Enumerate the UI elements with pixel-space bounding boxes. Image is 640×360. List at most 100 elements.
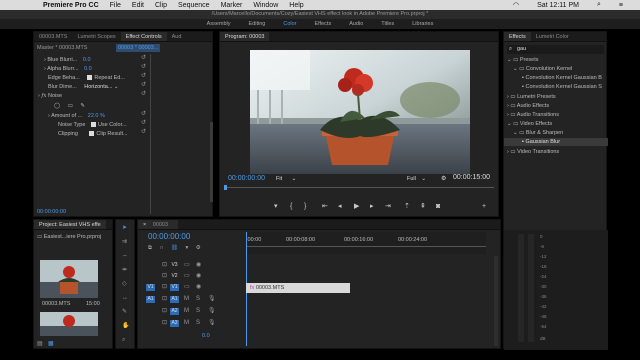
tree-item-audio-effects[interactable]: › ▭ Audio Effects [507,102,549,110]
tree-item-blur-sharpen[interactable]: ⌄ ▭ Blur & Sharpen [513,129,563,137]
tab-effect-controls[interactable]: Effect Controls [120,32,167,41]
tree-item-presets[interactable]: ⌄ ▭ Presets [507,56,539,64]
menu-file[interactable]: File [110,2,121,9]
tab-source[interactable]: 00003.MTS [34,32,72,41]
chevron-down-icon[interactable]: ⌄ [114,84,119,90]
lock-icon[interactable]: ⊡ [162,319,167,327]
eye-icon[interactable]: ◉ [196,261,201,269]
checkbox[interactable] [90,122,96,127]
ellipse-mask-icon[interactable]: ◯ [54,103,60,109]
tree-item-video-transitions[interactable]: › ▭ Video Transitions [507,148,559,156]
wrench-icon[interactable]: ⚙ [196,245,201,251]
timeline-timecode[interactable]: 00:00:00:00 [148,232,190,241]
toggle-output-icon[interactable]: ▭ [184,283,190,291]
menu-app[interactable]: Premiere Pro CC [43,2,99,9]
reset-icon[interactable]: ↺ [141,54,146,62]
track-label[interactable]: V3 [170,262,179,269]
selection-tool-icon[interactable]: ➤ [122,224,127,232]
clip-thumbnail-2[interactable] [40,312,98,336]
mic-icon[interactable]: 🎙 [208,295,216,303]
list-icon[interactable]: ≡ [619,2,623,9]
step-back-icon[interactable]: ◂ [338,202,342,211]
workspace-color[interactable]: Color [283,19,296,29]
clip-sequence-label[interactable]: 00003 * 00003... [116,44,161,52]
solo-icon[interactable]: S [196,307,200,315]
reset-icon[interactable]: ↺ [141,81,146,89]
tree-item-lumetri-presets[interactable]: › ▭ Lumetri Presets [507,93,556,101]
track-label[interactable]: A3 [170,320,179,327]
mark-in-icon[interactable]: { [290,202,292,211]
nest-icon[interactable]: ⧉ [148,245,152,251]
menu-edit[interactable]: Edit [132,2,144,9]
video-frame[interactable] [250,50,470,174]
linked-selection-icon[interactable]: ⛓ [171,245,178,251]
quality-select[interactable]: Full ⌄ [407,175,426,183]
effects-search-input[interactable]: ⌕ gau [507,45,604,54]
checkbox[interactable] [87,75,93,80]
menu-marker[interactable]: Marker [221,2,243,9]
ec-timecode[interactable]: 00:00:00:00 [37,208,66,216]
reset-icon[interactable]: ↺ [141,110,146,118]
list-view-icon[interactable]: ▤ [37,340,43,348]
tab-effects[interactable]: Effects [504,32,531,41]
reset-icon[interactable]: ↺ [141,119,146,127]
tab-lumetri-scopes[interactable]: Lumetri Scopes [72,32,120,41]
mute-icon[interactable]: M [184,295,189,303]
blur-dimension-select[interactable]: Horizonta... [84,84,112,90]
menu-help[interactable]: Help [289,2,303,9]
track-label[interactable]: V1 [170,284,179,291]
go-to-out-icon[interactable]: ⇥ [385,202,391,211]
rate-stretch-icon[interactable]: ⇹ [122,266,127,274]
mark-out-icon[interactable]: } [304,202,306,211]
camera-icon[interactable]: ◙ [436,202,440,211]
add-marker-icon[interactable]: ▾ [274,202,278,211]
track-label[interactable]: A1 [170,296,179,303]
clock[interactable]: Sat 12:11 PM [537,2,579,9]
eye-icon[interactable]: ◉ [196,272,201,280]
mute-icon[interactable]: M [184,307,189,315]
toggle-output-icon[interactable]: ▭ [184,272,190,280]
slip-icon[interactable]: ↔ [122,294,128,302]
ripple-edit-icon[interactable]: ⇔ [122,252,128,260]
zoom-tool-icon[interactable]: ⌕ [122,336,125,344]
lift-icon[interactable]: ⇡ [404,202,410,211]
pen-tool-icon[interactable]: ✎ [122,308,127,316]
workspace-libraries[interactable]: Libraries [412,19,433,29]
solo-icon[interactable]: S [196,319,200,327]
lock-icon[interactable]: ⊡ [162,272,167,280]
ec-scrollbar[interactable] [210,122,213,202]
timeline-clip-v1[interactable]: fx 00003.MTS [246,283,350,293]
source-patch-v1[interactable]: V1 [146,284,155,291]
wifi-icon[interactable]: ◠ [513,1,519,9]
lock-icon[interactable]: ⊡ [162,261,167,269]
extract-icon[interactable]: ⇞ [420,202,426,211]
settings-wrench-icon[interactable]: ⚙ [441,175,446,183]
noise-effect-header[interactable]: › fx Noise [38,92,62,100]
menu-window[interactable]: Window [253,2,278,9]
go-to-in-icon[interactable]: ⇤ [322,202,328,211]
program-timecode[interactable]: 00:00:00:00 [228,175,265,183]
lock-icon[interactable]: ⊡ [162,295,167,303]
tree-item-conv-gaussian-b[interactable]: ▪ Convolution Kernel Gaussian B [522,74,602,82]
eye-icon[interactable]: ◉ [196,283,201,291]
source-patch-a1[interactable]: A1 [146,296,155,303]
clip-master-label[interactable]: Master * 00003.MTS [37,44,87,52]
time-ruler[interactable]: :00:00 00:00:08:00 00:00:16:00 00:00:24:… [246,232,486,254]
hand-tool-icon[interactable]: ✋ [122,322,129,330]
lock-icon[interactable]: ⊡ [162,307,167,315]
mute-icon[interactable]: M [184,319,189,327]
reset-icon[interactable]: ↺ [141,90,146,98]
track-select-icon[interactable]: ⇉ [122,238,127,246]
reset-icon[interactable]: ↺ [141,128,146,136]
prop-value[interactable]: 0.0 [84,66,92,72]
track-label[interactable]: V2 [170,273,179,280]
solo-icon[interactable]: S [196,295,200,303]
track-label[interactable]: A2 [170,308,179,315]
mic-icon[interactable]: 🎙 [208,319,216,327]
tab-audio[interactable]: Aud [167,32,187,41]
rectangle-mask-icon[interactable]: ▭ [68,103,73,109]
tree-item-conv-gaussian-s[interactable]: ▪ Convolution Kernel Gaussian S [522,83,602,91]
program-scrubber[interactable] [224,187,494,188]
workspace-effects[interactable]: Effects [315,19,332,29]
menu-sequence[interactable]: Sequence [178,2,210,9]
